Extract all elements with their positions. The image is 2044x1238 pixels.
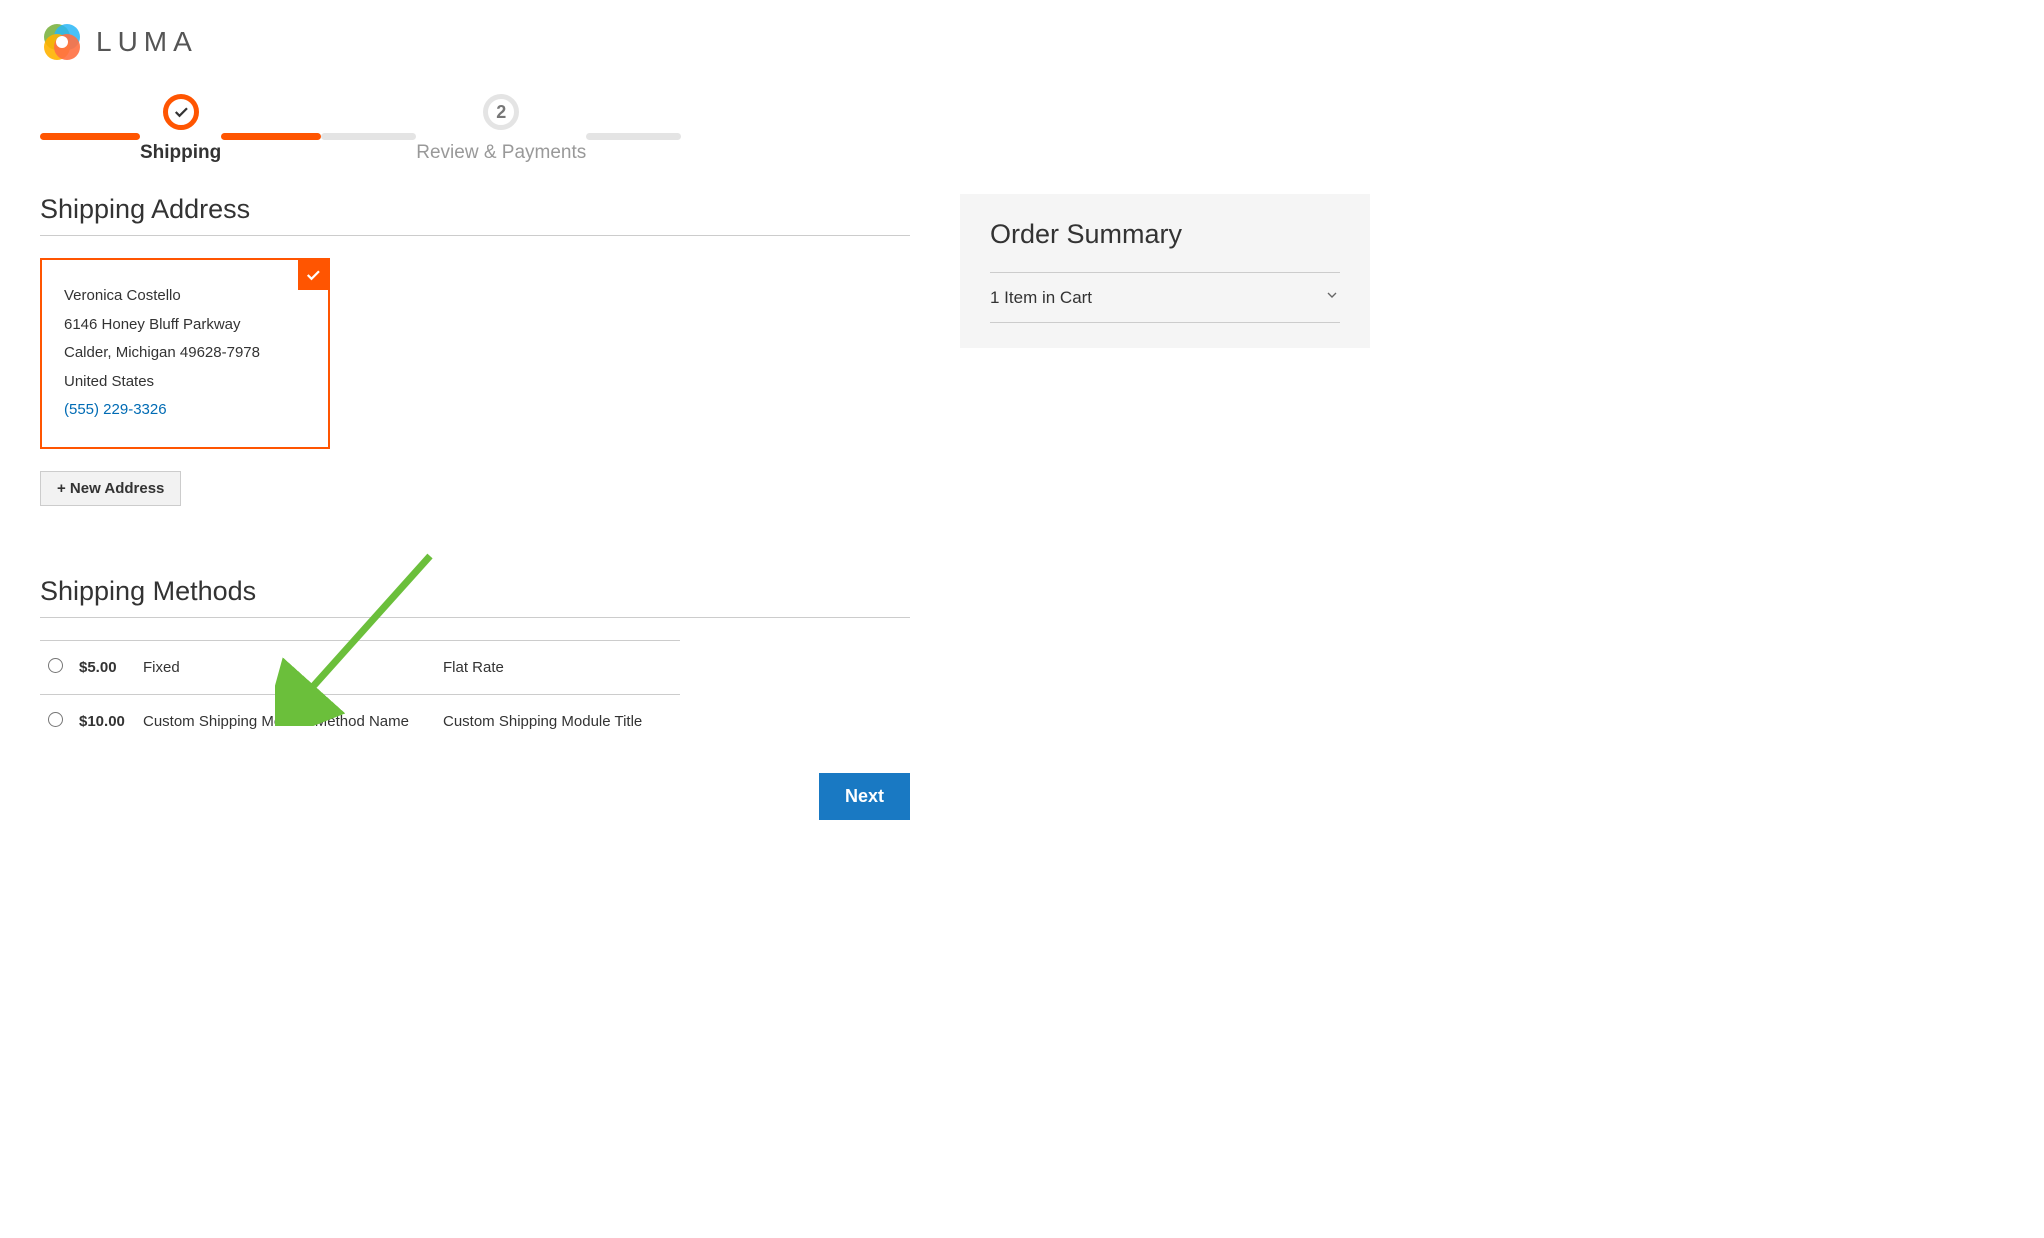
- checkmark-icon: [163, 94, 199, 130]
- progress-step-review: 2 Review & Payments: [416, 94, 586, 164]
- address-phone-link[interactable]: (555) 229-3326: [64, 401, 167, 418]
- shipping-method-row[interactable]: $10.00 Custom Shipping Module Method Nam…: [40, 694, 680, 748]
- order-summary: Order Summary 1 Item in Cart: [960, 194, 1370, 348]
- shipping-method-price: $10.00: [71, 694, 135, 748]
- progress-bar-segment: [586, 133, 681, 140]
- checkout-progress: Shipping 2 Review & Payments: [40, 94, 2004, 164]
- logo-text: LUMA: [96, 26, 198, 58]
- address-city-region: Calder, Michigan 49628-7978: [64, 339, 306, 368]
- progress-bar-segment: [221, 133, 321, 140]
- progress-step-shipping: Shipping: [140, 94, 221, 164]
- shipping-methods-table: $5.00 Fixed Flat Rate $10.00 Custom Ship…: [40, 640, 680, 748]
- order-summary-heading: Order Summary: [990, 219, 1340, 250]
- logo[interactable]: LUMA: [40, 20, 2004, 64]
- progress-step-number: 2: [483, 94, 519, 130]
- shipping-method-radio[interactable]: [48, 712, 63, 727]
- shipping-address-heading: Shipping Address: [40, 194, 910, 236]
- address-name: Veronica Costello: [64, 282, 306, 311]
- progress-bar-segment: [40, 133, 140, 140]
- shipping-method-radio[interactable]: [48, 658, 63, 673]
- new-address-button[interactable]: + New Address: [40, 471, 181, 506]
- selected-address-card[interactable]: Veronica Costello 6146 Honey Bluff Parkw…: [40, 258, 330, 449]
- luma-logo-icon: [40, 20, 84, 64]
- shipping-method-price: $5.00: [71, 640, 135, 694]
- progress-step-label: Shipping: [140, 142, 221, 164]
- shipping-method-title: Flat Rate: [435, 640, 680, 694]
- selected-checkmark-icon: [298, 260, 328, 290]
- progress-step-label: Review & Payments: [416, 142, 586, 164]
- address-street: 6146 Honey Bluff Parkway: [64, 311, 306, 340]
- shipping-method-title: Custom Shipping Module Title: [435, 694, 680, 748]
- cart-items-toggle[interactable]: 1 Item in Cart: [990, 272, 1340, 323]
- shipping-method-name: Custom Shipping Module Method Name: [135, 694, 435, 748]
- address-country: United States: [64, 368, 306, 397]
- shipping-method-row[interactable]: $5.00 Fixed Flat Rate: [40, 640, 680, 694]
- chevron-down-icon: [1324, 287, 1340, 308]
- shipping-methods-heading: Shipping Methods: [40, 576, 910, 618]
- progress-bar-segment: [321, 133, 416, 140]
- shipping-method-name: Fixed: [135, 640, 435, 694]
- cart-items-label: 1 Item in Cart: [990, 288, 1092, 308]
- next-button[interactable]: Next: [819, 773, 910, 820]
